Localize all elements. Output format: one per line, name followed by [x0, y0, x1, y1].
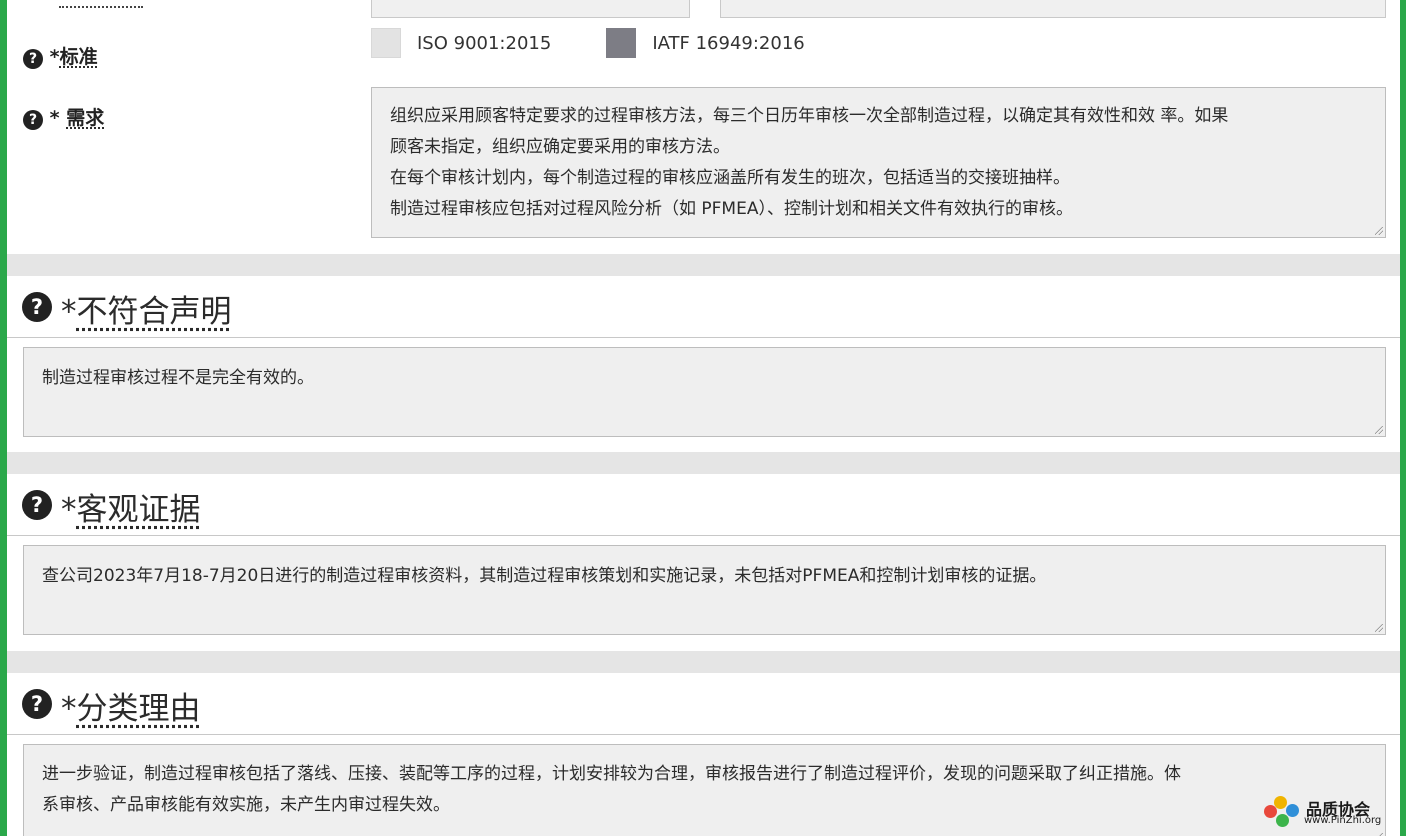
checkbox-iso-9001-label[interactable]: ISO 9001:2015	[417, 33, 551, 54]
previous-input-right[interactable]	[720, 0, 1386, 18]
requirement-line: 顾客未指定，组织应确定要采用的审核方法。	[390, 137, 730, 157]
rationale-line: 进一步验证，制造过程审核包括了落线、压接、装配等工序的过程，计划安排较为合理，审…	[42, 764, 1181, 784]
requirement-line: 在每个审核计划内，每个制造过程的审核应涵盖所有发生的班次，包括适当的交接班抽样。	[390, 168, 1070, 188]
checkbox-iatf-16949-label[interactable]: IATF 16949:2016	[652, 33, 804, 54]
evidence-title-text: 客观证据	[76, 492, 201, 528]
nonconformity-header: ? *不符合声明	[7, 276, 1400, 338]
question-circle-icon[interactable]: ?	[22, 292, 52, 322]
rationale-header: ? *分类理由	[7, 673, 1400, 735]
nonconformity-value: 制造过程审核过程不是完全有效的。	[42, 368, 314, 388]
rationale-title-text: 分类理由	[76, 691, 201, 727]
standard-label-text: 标准	[59, 46, 98, 68]
required-mark: *	[49, 107, 67, 129]
checkbox-iso-9001[interactable]	[371, 28, 401, 58]
standard-options: ISO 9001:2015 IATF 16949:2016	[371, 28, 860, 58]
logo-petal	[1276, 814, 1289, 827]
logo-petal	[1264, 805, 1277, 818]
previous-input-left[interactable]	[371, 0, 690, 18]
section-divider	[7, 452, 1400, 474]
requirement-line: 制造过程审核应包括对过程风险分析（如 PFMEA）、控制计划和相关文件有效执行的…	[390, 199, 1073, 219]
question-circle-icon[interactable]: ?	[22, 490, 52, 520]
watermark-logo: 品质协会 www.PinZhi.org	[1264, 796, 1394, 830]
evidence-textarea[interactable]: 查公司2023年7月18-7月20日进行的制造过程审核资料，其制造过程审核策划和…	[23, 545, 1386, 635]
frame-border-left	[0, 0, 7, 836]
requirement-textarea[interactable]: 组织应采用顾客特定要求的过程审核方法，每三个日历年审核一次全部制造过程，以确定其…	[371, 87, 1386, 238]
nonconformity-title: *不符合声明	[61, 286, 232, 331]
rationale-textarea[interactable]: 进一步验证，制造过程审核包括了落线、压接、装配等工序的过程，计划安排较为合理，审…	[23, 744, 1386, 836]
requirement-label-text: 需求	[66, 107, 105, 129]
nonconformity-textarea[interactable]: 制造过程审核过程不是完全有效的。	[23, 347, 1386, 437]
question-circle-icon[interactable]: ?	[23, 49, 43, 69]
nonconformity-title-text: 不符合声明	[76, 294, 232, 330]
logo-petal	[1286, 804, 1299, 817]
previous-label-underline	[59, 6, 143, 8]
watermark-url: www.PinZhi.org	[1304, 815, 1382, 826]
form-content: ? *标准 ISO 9001:2015 IATF 16949:2016 ? * …	[7, 0, 1400, 836]
evidence-header: ? *客观证据	[7, 474, 1400, 536]
required-mark: *	[61, 294, 77, 330]
requirement-label: ? * 需求	[23, 103, 104, 130]
rationale-title: *分类理由	[61, 683, 201, 728]
question-circle-icon[interactable]: ?	[22, 689, 52, 719]
question-circle-icon[interactable]: ?	[23, 110, 43, 130]
evidence-title: *客观证据	[61, 484, 201, 529]
standard-label: ? *标准	[23, 42, 98, 69]
section-divider	[7, 254, 1400, 276]
required-mark: *	[49, 46, 60, 68]
evidence-value: 查公司2023年7月18-7月20日进行的制造过程审核资料，其制造过程审核策划和…	[42, 566, 1047, 586]
checkbox-iatf-16949[interactable]	[606, 28, 637, 58]
section-divider	[7, 651, 1400, 673]
requirement-line: 组织应采用顾客特定要求的过程审核方法，每三个日历年审核一次全部制造过程，以确定其…	[390, 106, 1229, 126]
required-mark: *	[61, 492, 77, 528]
required-mark: *	[61, 691, 77, 727]
rationale-line: 系审核、产品审核能有效实施，未产生内审过程失效。	[42, 795, 450, 815]
frame-border-right	[1400, 0, 1406, 836]
